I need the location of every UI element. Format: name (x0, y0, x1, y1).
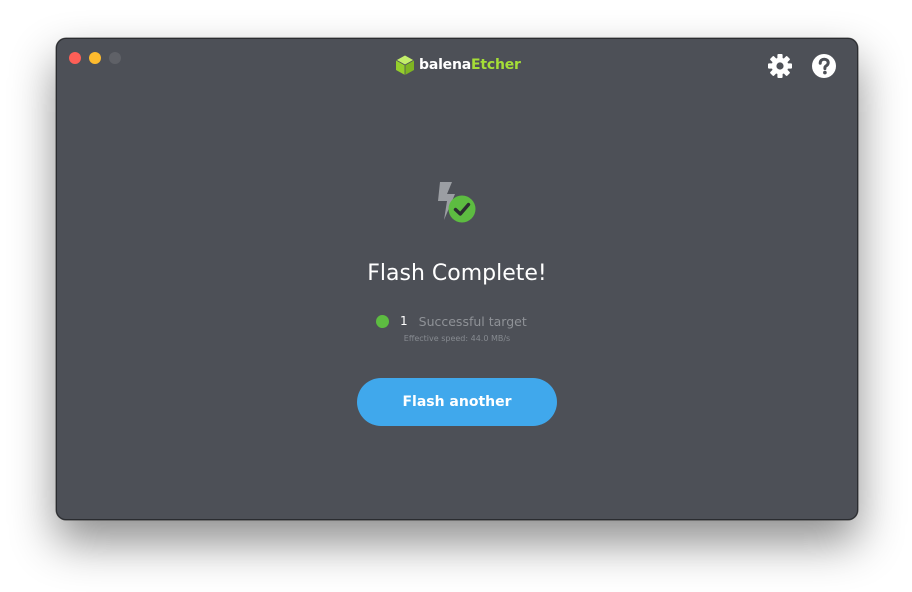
settings-button[interactable] (767, 53, 793, 79)
minimize-window-button[interactable] (89, 52, 101, 64)
brand-suffix: Etcher (470, 57, 521, 73)
window-controls (69, 52, 121, 64)
flash-complete-title: Flash Complete! (367, 261, 547, 286)
app-logo: balenaEtcher (395, 54, 521, 76)
success-indicator (376, 314, 389, 328)
cube-logo-icon (395, 54, 415, 75)
question-mark-icon (812, 54, 836, 78)
app-title: balenaEtcher (419, 55, 521, 75)
success-count: 1 (400, 314, 408, 328)
app-window: balenaEtcher Flash Complete! 1 Successfu… (56, 38, 858, 520)
successful-targets-row: 1 Successful target (376, 312, 527, 330)
maximize-window-button[interactable] (109, 52, 121, 64)
gear-icon (768, 54, 792, 78)
flash-another-button[interactable]: Flash another (357, 378, 557, 426)
help-button[interactable] (811, 53, 837, 79)
flash-success-icon (434, 180, 478, 226)
effective-speed: Effective speed: 44.0 MB/s (403, 334, 511, 343)
close-window-button[interactable] (69, 52, 81, 64)
brand-prefix: balena (419, 57, 471, 73)
success-label: Successful target (418, 313, 527, 329)
